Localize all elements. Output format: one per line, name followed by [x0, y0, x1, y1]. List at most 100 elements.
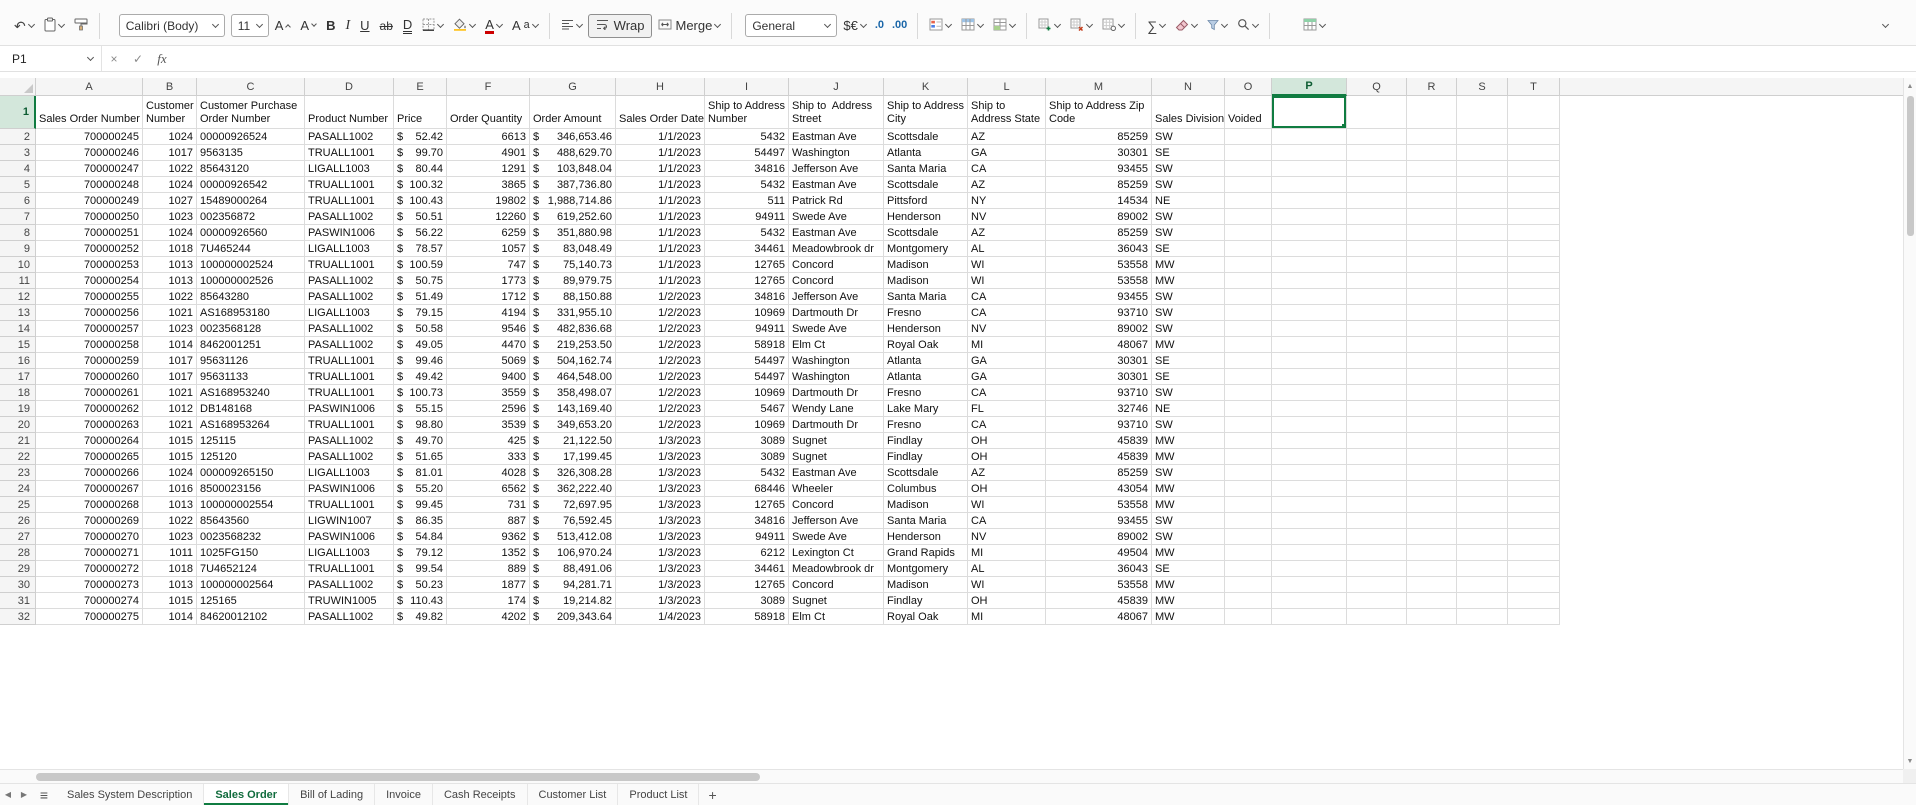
cell-Q12[interactable]: [1347, 289, 1407, 305]
cell-G7[interactable]: $619,252.60: [530, 209, 616, 225]
cell-N27[interactable]: SW: [1152, 529, 1225, 545]
cell-F5[interactable]: 3865: [447, 177, 530, 193]
cell-A21[interactable]: 700000264: [36, 433, 143, 449]
header-cell-O1[interactable]: Voided: [1225, 96, 1272, 129]
cell-L2[interactable]: AZ: [968, 129, 1046, 145]
cell-R25[interactable]: [1407, 497, 1457, 513]
cell-S24[interactable]: [1457, 481, 1508, 497]
cell-M18[interactable]: 93710: [1046, 385, 1152, 401]
cell-K10[interactable]: Madison: [884, 257, 968, 273]
cell-P16[interactable]: [1272, 353, 1347, 369]
cell-K27[interactable]: Henderson: [884, 529, 968, 545]
select-all-corner[interactable]: [0, 78, 36, 96]
cell-R30[interactable]: [1407, 577, 1457, 593]
cell-O5[interactable]: [1225, 177, 1272, 193]
cell-A16[interactable]: 700000259: [36, 353, 143, 369]
cell-F30[interactable]: 1877: [447, 577, 530, 593]
cell-A27[interactable]: 700000270: [36, 529, 143, 545]
cell-C19[interactable]: DB148168: [197, 401, 305, 417]
cell-S30[interactable]: [1457, 577, 1508, 593]
cell-H5[interactable]: 1/1/2023: [616, 177, 705, 193]
row-header-17[interactable]: 17: [0, 369, 36, 385]
cell-N17[interactable]: SE: [1152, 369, 1225, 385]
cell-O12[interactable]: [1225, 289, 1272, 305]
header-cell-G1[interactable]: Order Amount: [530, 96, 616, 129]
cell-C29[interactable]: 7U4652124: [197, 561, 305, 577]
cell-E31[interactable]: $110.43: [394, 593, 447, 609]
font-name-select[interactable]: Calibri (Body): [118, 14, 225, 37]
cell-L4[interactable]: CA: [968, 161, 1046, 177]
cell-E22[interactable]: $51.65: [394, 449, 447, 465]
header-cell-C1[interactable]: Customer Purchase Order Number: [197, 96, 305, 129]
cell-P14[interactable]: [1272, 321, 1347, 337]
cell-F28[interactable]: 1352: [447, 545, 530, 561]
cell-Q8[interactable]: [1347, 225, 1407, 241]
cell-E3[interactable]: $99.70: [394, 145, 447, 161]
cell-F6[interactable]: 19802: [447, 193, 530, 209]
cell-A14[interactable]: 700000257: [36, 321, 143, 337]
cell-L15[interactable]: MI: [968, 337, 1046, 353]
cell-A15[interactable]: 700000258: [36, 337, 143, 353]
currency-format-button[interactable]: $€: [839, 14, 869, 38]
cell-T31[interactable]: [1508, 593, 1560, 609]
cell-D26[interactable]: LIGWIN1007: [305, 513, 394, 529]
cell-C17[interactable]: 95631133: [197, 369, 305, 385]
cell-N32[interactable]: MW: [1152, 609, 1225, 625]
insert-cells-button[interactable]: [1034, 14, 1064, 38]
cell-B7[interactable]: 1023: [143, 209, 197, 225]
cell-P30[interactable]: [1272, 577, 1347, 593]
cell-G12[interactable]: $88,150.88: [530, 289, 616, 305]
header-cell-B1[interactable]: Customer Number: [143, 96, 197, 129]
cell-A29[interactable]: 700000272: [36, 561, 143, 577]
cell-Q28[interactable]: [1347, 545, 1407, 561]
cell-R24[interactable]: [1407, 481, 1457, 497]
cell-C24[interactable]: 8500023156: [197, 481, 305, 497]
cell-C25[interactable]: 100000002554: [197, 497, 305, 513]
cell-K6[interactable]: Pittsford: [884, 193, 968, 209]
cell-P7[interactable]: [1272, 209, 1347, 225]
cell-B2[interactable]: 1024: [143, 129, 197, 145]
cell-T10[interactable]: [1508, 257, 1560, 273]
cell-O26[interactable]: [1225, 513, 1272, 529]
autosum-button[interactable]: ∑: [1143, 14, 1169, 38]
cell-B21[interactable]: 1015: [143, 433, 197, 449]
cell-N24[interactable]: MW: [1152, 481, 1225, 497]
cell-H16[interactable]: 1/2/2023: [616, 353, 705, 369]
cell-T18[interactable]: [1508, 385, 1560, 401]
cell-B15[interactable]: 1014: [143, 337, 197, 353]
cell-L17[interactable]: GA: [968, 369, 1046, 385]
increase-font-button[interactable]: A: [271, 14, 295, 38]
cell-P5[interactable]: [1272, 177, 1347, 193]
sheet-tab-sales-order[interactable]: Sales Order: [204, 784, 290, 805]
decrease-font-button[interactable]: A: [296, 14, 320, 38]
cell-H30[interactable]: 1/3/2023: [616, 577, 705, 593]
cell-G9[interactable]: $83,048.49: [530, 241, 616, 257]
cell-I18[interactable]: 10969: [705, 385, 789, 401]
cell-N22[interactable]: MW: [1152, 449, 1225, 465]
cell-M17[interactable]: 30301: [1046, 369, 1152, 385]
cell-N20[interactable]: SW: [1152, 417, 1225, 433]
cell-E20[interactable]: $98.80: [394, 417, 447, 433]
cell-S25[interactable]: [1457, 497, 1508, 513]
cell-R9[interactable]: [1407, 241, 1457, 257]
cell-Q3[interactable]: [1347, 145, 1407, 161]
row-header-3[interactable]: 3: [0, 145, 36, 161]
cell-O29[interactable]: [1225, 561, 1272, 577]
cell-O28[interactable]: [1225, 545, 1272, 561]
cell-R2[interactable]: [1407, 129, 1457, 145]
cell-F4[interactable]: 1291: [447, 161, 530, 177]
cell-P11[interactable]: [1272, 273, 1347, 289]
cell-H9[interactable]: 1/1/2023: [616, 241, 705, 257]
find-button[interactable]: [1233, 14, 1262, 38]
cell-D21[interactable]: PASALL1002: [305, 433, 394, 449]
cell-S29[interactable]: [1457, 561, 1508, 577]
cell-I30[interactable]: 12765: [705, 577, 789, 593]
cell-G10[interactable]: $75,140.73: [530, 257, 616, 273]
cell-M2[interactable]: 85259: [1046, 129, 1152, 145]
cell-F29[interactable]: 889: [447, 561, 530, 577]
cell-G24[interactable]: $362,222.40: [530, 481, 616, 497]
cell-J32[interactable]: Elm Ct: [789, 609, 884, 625]
cell-F11[interactable]: 1773: [447, 273, 530, 289]
cell-M11[interactable]: 53558: [1046, 273, 1152, 289]
cell-S10[interactable]: [1457, 257, 1508, 273]
